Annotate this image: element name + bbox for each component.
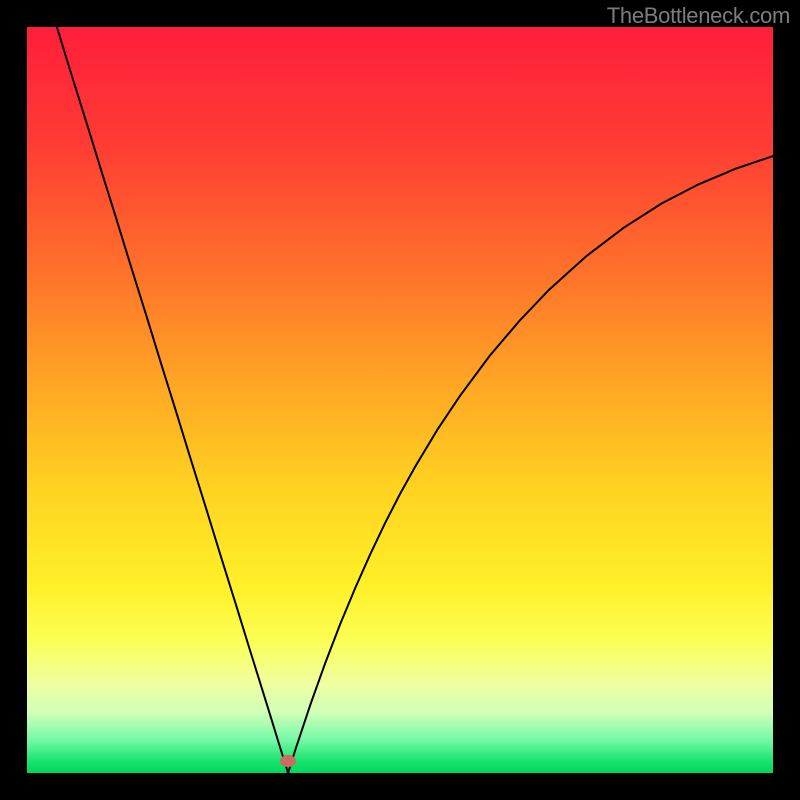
plot-area — [27, 27, 773, 773]
chart-background — [27, 27, 773, 773]
chart-svg — [27, 27, 773, 773]
watermark-text: TheBottleneck.com — [607, 3, 790, 29]
chart-frame: TheBottleneck.com — [0, 0, 800, 800]
